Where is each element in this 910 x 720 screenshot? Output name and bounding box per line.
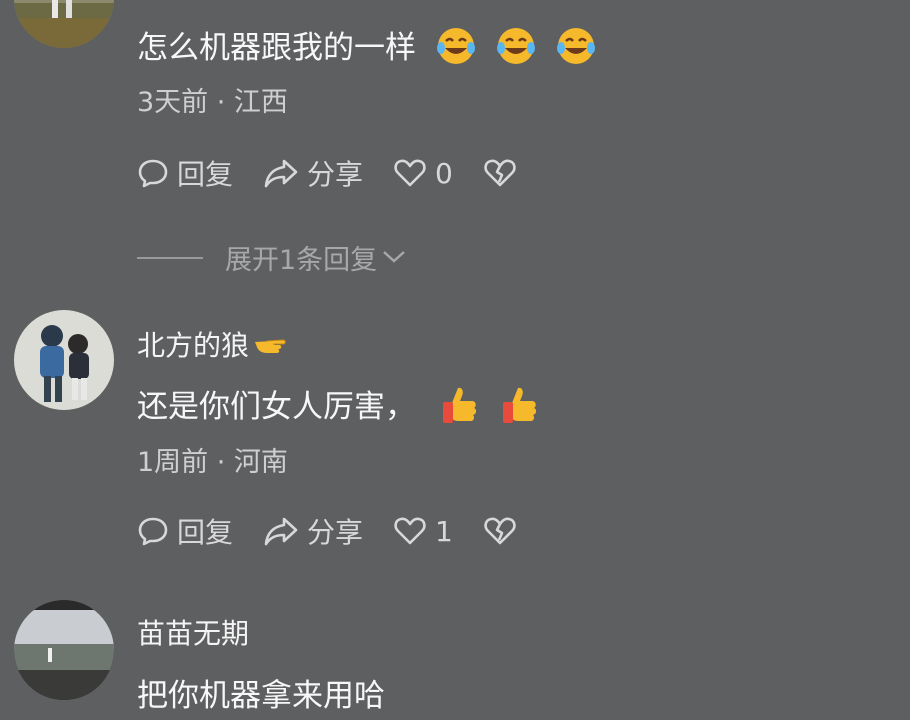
avatar[interactable] [14,600,114,700]
dislike-button[interactable] [483,515,517,547]
like-count: 0 [435,156,453,190]
username[interactable]: 苗苗无期 [137,612,249,652]
chevron-down-icon [381,242,407,273]
divider [137,256,203,259]
comment-actions: 回复 分享 0 [137,153,547,193]
thumbs-up-emoji-icon [500,384,540,434]
broken-heart-icon [483,157,517,189]
comment-bubble-icon [137,515,169,547]
share-arrow-icon [263,157,299,189]
comment-meta: 3天前 · 江西 [137,87,288,118]
dislike-button[interactable] [483,157,517,189]
expand-replies-button[interactable]: 展开1条回复 [137,238,407,277]
comment-actions: 回复 分享 1 [137,511,547,551]
heart-icon [393,515,427,547]
laughing-crying-emoji-icon [436,26,476,74]
username[interactable]: 北方的狼 [137,324,287,364]
share-arrow-icon [263,515,299,547]
like-button[interactable]: 1 [393,515,453,548]
like-button[interactable]: 0 [393,157,453,190]
avatar[interactable] [14,310,114,410]
username-text: 北方的狼 [137,329,250,362]
reply-label: 回复 [177,158,234,191]
expand-replies-label: 展开1条回复 [225,245,378,276]
comment-text-content: 怎么机器跟我的一样 [137,30,416,66]
comment-bubble-icon [137,157,169,189]
comment-text: 把你机器拿来用哈 [137,678,385,714]
comment-text-content: 还是你们女人厉害， [137,389,416,425]
heart-icon [393,157,427,189]
share-button[interactable]: 分享 [263,511,363,551]
like-count: 1 [435,514,453,548]
laughing-crying-emoji-icon [556,26,596,74]
reply-label: 回复 [177,516,234,549]
reply-button[interactable]: 回复 [137,153,233,193]
reply-button[interactable]: 回复 [137,511,233,551]
share-label: 分享 [307,516,364,549]
broken-heart-icon [483,515,517,547]
share-label: 分享 [307,158,364,191]
pointing-hand-icon [253,331,287,364]
comment-text: 怎么机器跟我的一样 [137,22,596,74]
share-button[interactable]: 分享 [263,153,363,193]
laughing-crying-emoji-icon [496,26,536,74]
thumbs-up-emoji-icon [440,384,480,434]
comment-text: 还是你们女人厉害， [137,381,540,434]
comment-meta: 1周前 · 河南 [137,447,288,478]
avatar[interactable] [14,0,114,48]
